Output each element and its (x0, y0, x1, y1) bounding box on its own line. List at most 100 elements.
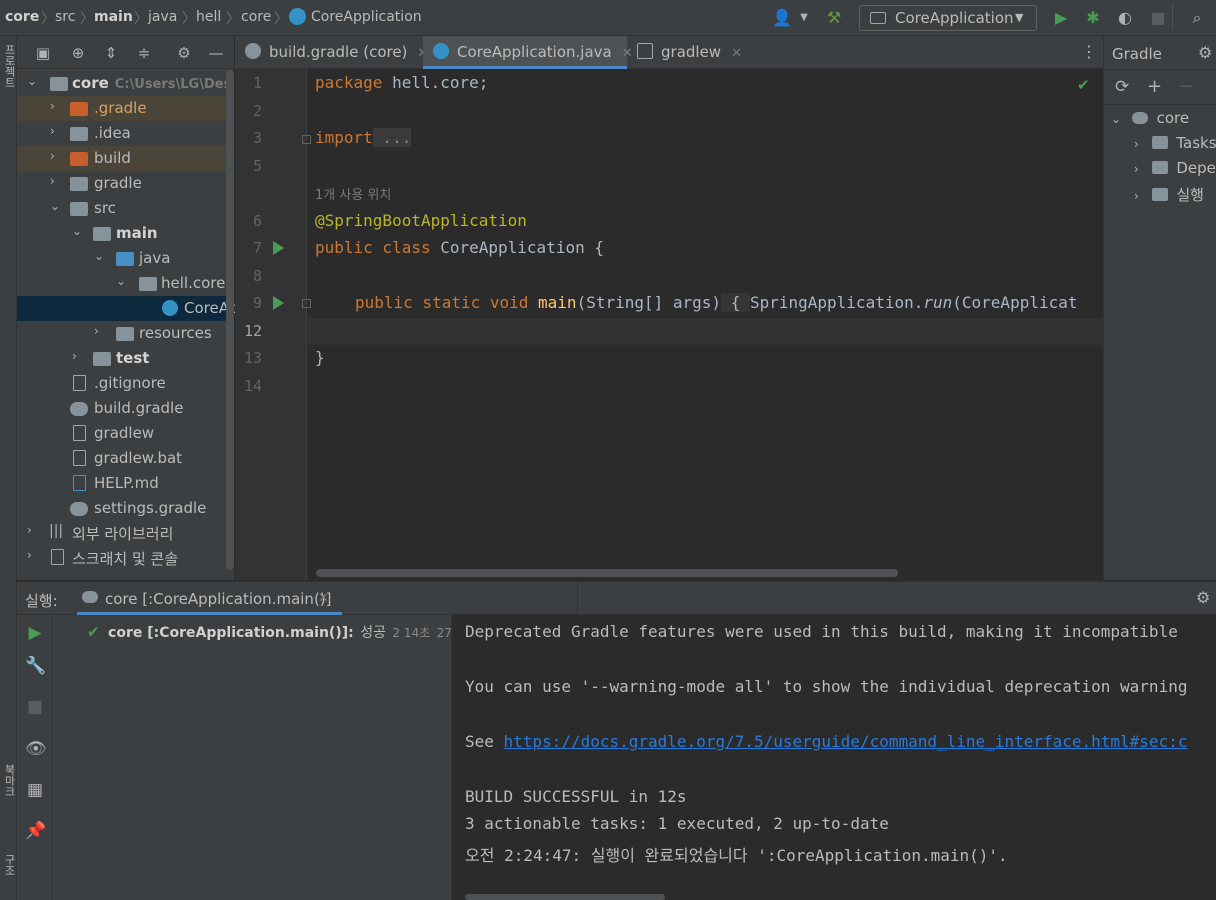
close-icon[interactable]: ✕ (622, 46, 633, 61)
console-link[interactable]: https://docs.gradle.org/7.5/userguide/co… (504, 732, 1188, 751)
expand-all-icon[interactable]: ⇕ (102, 44, 120, 62)
gradle-item-run[interactable]: › 실행 (1134, 184, 1204, 205)
minimize-icon[interactable]: — (207, 44, 225, 62)
chevron-right-icon[interactable]: › (72, 349, 84, 363)
tab-coreapplication-java[interactable]: CoreApplication.java ✕ (423, 36, 633, 69)
gradle-item-tasks[interactable]: › Tasks (1134, 134, 1216, 152)
folded-imports[interactable]: ... (372, 128, 412, 147)
tree-item-src[interactable]: ⌄ src (17, 196, 234, 221)
run-gutter-icon[interactable] (273, 241, 284, 255)
chevron-right-icon[interactable]: › (94, 324, 106, 338)
fold-icon[interactable] (302, 299, 311, 308)
console-scrollbar[interactable] (465, 894, 665, 900)
chevron-right-icon[interactable]: › (50, 124, 62, 138)
wrench-icon[interactable]: 🔧 (25, 656, 46, 676)
editor-horizontal-scrollbar[interactable] (316, 569, 898, 577)
breadcrumb-item[interactable]: src (55, 9, 75, 25)
tree-item-label: gradle (94, 174, 142, 192)
chevron-down-icon[interactable]: ⌄ (94, 249, 106, 263)
chevron-right-icon[interactable]: › (50, 174, 62, 188)
add-icon[interactable]: + (1147, 76, 1162, 97)
stop-icon[interactable]: ■ (1148, 8, 1168, 28)
project-view-icon[interactable]: ▣ (34, 44, 52, 62)
tree-item-main[interactable]: ⌄ main (17, 221, 234, 246)
breadcrumb-item[interactable]: main (94, 9, 133, 25)
chevron-down-icon[interactable]: ⌄ (72, 224, 84, 238)
breadcrumb-item[interactable]: hell (196, 9, 221, 25)
tab-run-core[interactable]: core [:CoreApplication.main()] ✕ (77, 582, 342, 615)
stop-icon[interactable]: ■ (25, 697, 45, 717)
breadcrumb-item[interactable]: java (148, 9, 177, 25)
more-options-icon[interactable]: ⋮ (1081, 42, 1097, 61)
chevron-right-icon[interactable]: › (1134, 189, 1139, 203)
chevron-down-icon[interactable]: ⌄ (50, 199, 62, 213)
chevron-right-icon[interactable]: › (27, 548, 39, 562)
tab-build-gradle[interactable]: build.gradle (core)✕ (245, 36, 428, 69)
close-icon[interactable]: ✕ (731, 46, 742, 61)
build-hammer-icon[interactable]: ⚒ (824, 8, 844, 28)
tree-item-external-libraries[interactable]: › ||| 외부 라이브러리 (17, 520, 234, 545)
chevron-right-icon[interactable]: › (50, 149, 62, 163)
tree-item-scratches[interactable]: › 스크래치 및 콘솔 (17, 545, 234, 570)
bookmarks-tool-window-label[interactable]: 북마크 (1, 764, 17, 797)
chevron-down-icon[interactable]: ⌄ (116, 274, 128, 288)
tree-item-gradlew[interactable]: gradlew (17, 421, 234, 446)
rerun-icon[interactable]: ▶ (25, 623, 45, 643)
tree-item-gradle-dir[interactable]: › .gradle (17, 96, 234, 121)
breadcrumb-separator: 〉 (226, 11, 240, 27)
close-icon[interactable]: ✕ (318, 591, 329, 606)
tree-item-core[interactable]: ⌄ core C:\Users\LG\Des (17, 71, 234, 96)
tree-item-gitignore[interactable]: .gitignore (17, 371, 234, 396)
gradle-item-core[interactable]: ⌄ core (1111, 109, 1189, 127)
remove-icon[interactable]: − (1179, 76, 1194, 97)
run-tree-item[interactable]: ✔ core [:CoreApplication.main()]: 성공 2 1… (87, 622, 477, 642)
run-configuration-select[interactable]: CoreApplication ▼ (859, 5, 1037, 31)
fold-icon[interactable] (302, 135, 311, 144)
chevron-down-icon[interactable]: ▼ (794, 8, 814, 28)
run-icon[interactable]: ▶ (1051, 8, 1071, 28)
collapse-all-icon[interactable]: ≑ (135, 44, 153, 62)
tree-item-gradle[interactable]: › gradle (17, 171, 234, 196)
tree-item-idea[interactable]: › .idea (17, 121, 234, 146)
gradle-item-label: 실행 (1176, 186, 1204, 204)
pin-icon[interactable]: 📌 (25, 821, 46, 841)
user-icon[interactable]: 👤 (772, 8, 792, 28)
tab-gradlew[interactable]: gradlew ✕ (637, 36, 749, 69)
tree-item-build[interactable]: › build (17, 146, 234, 171)
chevron-down-icon[interactable]: ⌄ (27, 74, 39, 88)
gear-icon[interactable]: ⚙ (1198, 43, 1212, 62)
chevron-right-icon[interactable]: › (1134, 137, 1139, 151)
tree-item-help-md[interactable]: HELP.md (17, 471, 234, 496)
tree-item-package[interactable]: ⌄ hell.core (17, 271, 234, 296)
breadcrumb-item[interactable]: CoreApplication (311, 9, 422, 25)
tree-item-coreapplication[interactable]: CoreAp (17, 296, 239, 321)
debug-icon[interactable]: ✱ (1083, 8, 1103, 28)
search-icon[interactable]: ⌕ (1187, 8, 1207, 28)
eye-icon[interactable]: 👁 (25, 739, 47, 759)
tree-item-java[interactable]: ⌄ java (17, 246, 234, 271)
chevron-right-icon[interactable]: › (1134, 162, 1139, 176)
gear-icon[interactable]: ⚙ (175, 44, 193, 62)
refresh-icon[interactable]: ⟳ (1115, 77, 1129, 97)
breadcrumb-item[interactable]: core (5, 9, 39, 25)
tree-item-resources[interactable]: › resources (17, 321, 234, 346)
project-tool-window-label[interactable]: 프로젝트 (1, 44, 17, 88)
coverage-icon[interactable]: ◐ (1115, 8, 1135, 28)
chevron-right-icon[interactable]: › (50, 99, 62, 113)
tree-item-build-gradle[interactable]: build.gradle (17, 396, 234, 421)
run-gutter-icon[interactable] (273, 296, 284, 310)
tree-item-test[interactable]: › test (17, 346, 234, 371)
locate-icon[interactable]: ⊕ (69, 44, 87, 62)
project-scrollbar[interactable] (226, 70, 234, 570)
layout-icon[interactable]: ▦ (25, 780, 45, 800)
chevron-down-icon[interactable]: ⌄ (1111, 112, 1121, 126)
inspection-ok-icon[interactable]: ✔ (1077, 76, 1090, 94)
usage-hint[interactable]: 1개 사용 위치 (315, 184, 391, 203)
gear-icon[interactable]: ⚙ (1196, 588, 1210, 607)
chevron-right-icon[interactable]: › (27, 523, 39, 537)
gradle-item-dependencies[interactable]: › Depe (1134, 159, 1216, 177)
structure-tool-window-label[interactable]: 구조 (1, 854, 17, 876)
tree-item-settings-gradle[interactable]: settings.gradle (17, 496, 234, 521)
tree-item-gradlew-bat[interactable]: gradlew.bat (17, 446, 234, 471)
breadcrumb-item[interactable]: core (241, 9, 271, 25)
